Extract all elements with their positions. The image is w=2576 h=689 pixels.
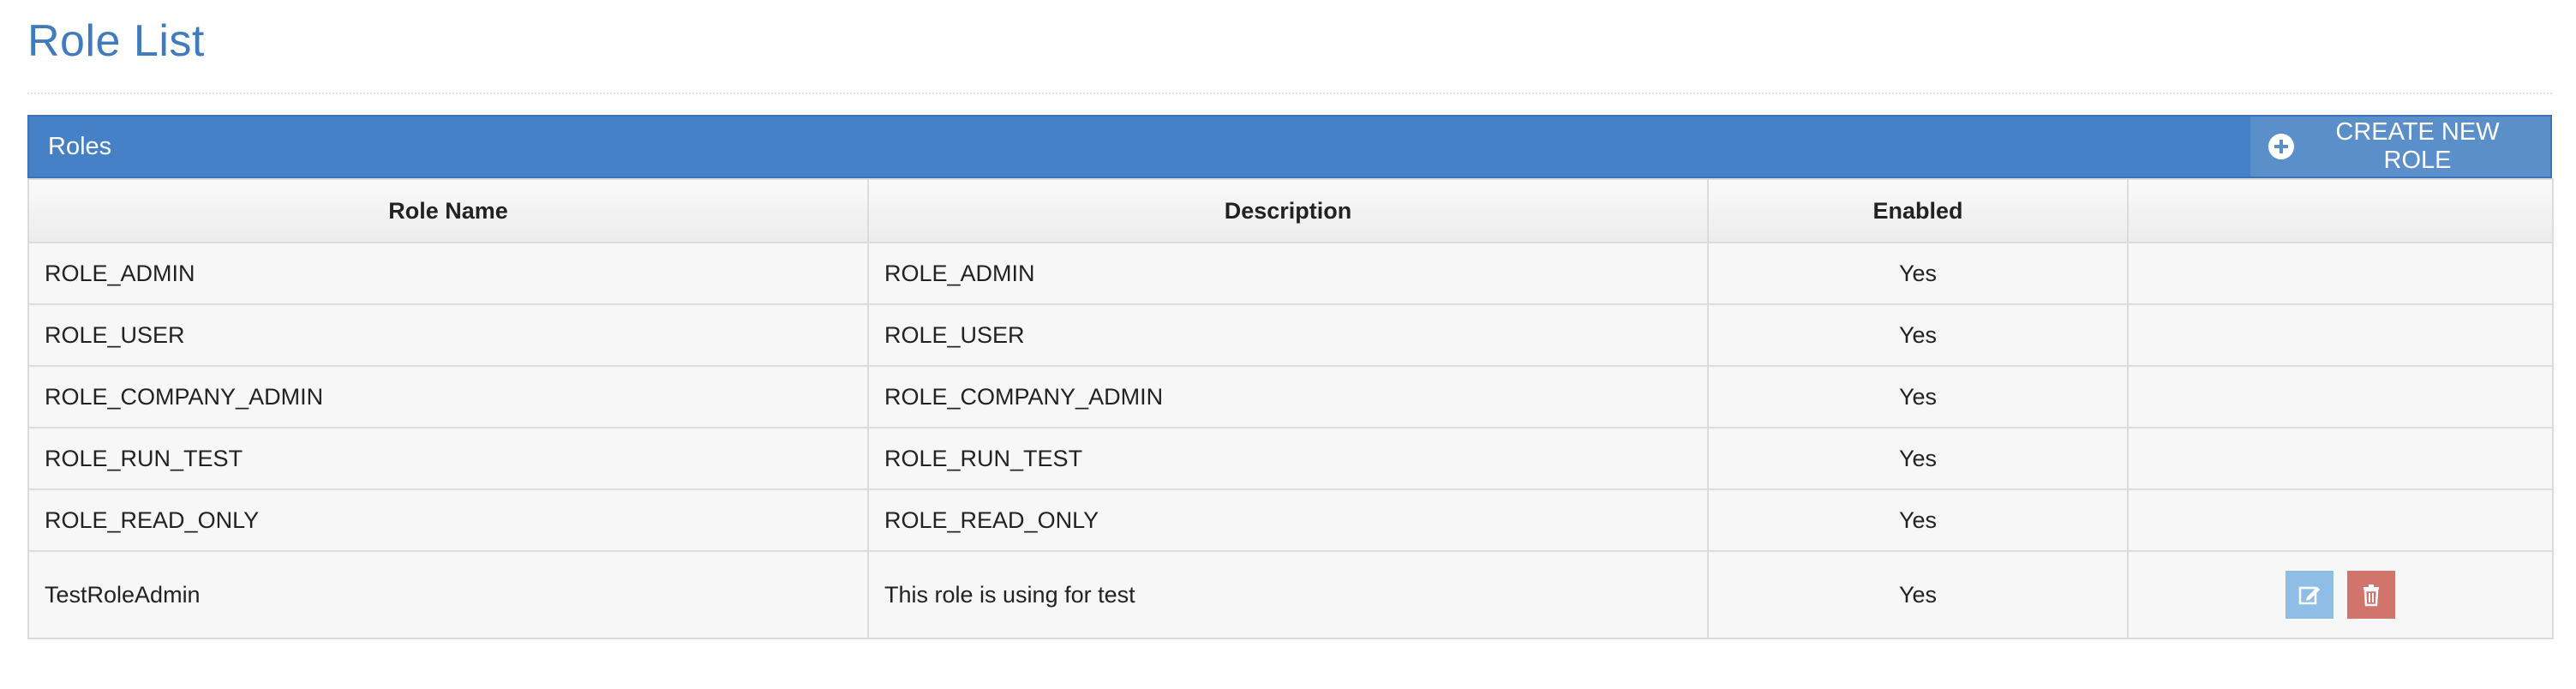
enabled-cell: Yes	[1707, 427, 2129, 490]
delete-role-button[interactable]	[2346, 571, 2395, 619]
table-row[interactable]: ROLE_RUN_TEST ROLE_RUN_TEST Yes	[27, 427, 2554, 490]
enabled-cell: Yes	[1707, 242, 2129, 305]
column-header-description[interactable]: Description	[867, 178, 1709, 243]
create-new-role-label: CREATE NEW ROLE	[2335, 118, 2500, 174]
actions-cell	[2127, 427, 2554, 490]
roles-panel: Roles CREATE NEW ROLE Role Name Descript…	[27, 115, 2554, 639]
column-header-enabled[interactable]: Enabled	[1707, 178, 2129, 243]
table-row[interactable]: ROLE_USER ROLE_USER Yes	[27, 303, 2554, 367]
description-cell: ROLE_COMPANY_ADMIN	[867, 365, 1709, 428]
role-name-cell: ROLE_ADMIN	[27, 242, 869, 305]
roles-table: Role Name Description Enabled ROLE_ADMIN…	[27, 178, 2554, 639]
role-name-cell: ROLE_READ_ONLY	[27, 488, 869, 552]
description-cell: ROLE_USER	[867, 303, 1709, 367]
trash-icon	[2363, 584, 2379, 607]
actions-cell	[2127, 488, 2554, 552]
description-cell: ROLE_RUN_TEST	[867, 427, 1709, 490]
actions-cell	[2127, 365, 2554, 428]
panel-title: Roles	[48, 133, 112, 160]
role-name-cell: ROLE_COMPANY_ADMIN	[27, 365, 869, 428]
actions-cell	[2127, 550, 2554, 639]
column-header-role-name[interactable]: Role Name	[27, 178, 869, 243]
table-row[interactable]: ROLE_COMPANY_ADMIN ROLE_COMPANY_ADMIN Ye…	[27, 365, 2554, 428]
enabled-cell: Yes	[1707, 488, 2129, 552]
description-cell: ROLE_ADMIN	[867, 242, 1709, 305]
table-row[interactable]: TestRoleAdmin This role is using for tes…	[27, 550, 2554, 639]
actions-cell	[2127, 242, 2554, 305]
table-row[interactable]: ROLE_ADMIN ROLE_ADMIN Yes	[27, 242, 2554, 305]
plus-circle-icon	[2267, 133, 2295, 160]
role-name-cell: ROLE_USER	[27, 303, 869, 367]
enabled-cell: Yes	[1707, 365, 2129, 428]
description-cell: This role is using for test	[867, 550, 1709, 639]
table-header-row: Role Name Description Enabled	[27, 178, 2554, 243]
table-row[interactable]: ROLE_READ_ONLY ROLE_READ_ONLY Yes	[27, 488, 2554, 552]
enabled-cell: Yes	[1707, 303, 2129, 367]
edit-role-button[interactable]	[2285, 571, 2334, 619]
create-new-role-button[interactable]: CREATE NEW ROLE	[2250, 117, 2550, 177]
description-cell: ROLE_READ_ONLY	[867, 488, 1709, 552]
page-title: Role List	[27, 16, 205, 66]
panel-heading: Roles CREATE NEW ROLE	[27, 115, 2552, 178]
column-header-actions	[2127, 178, 2554, 243]
role-name-cell: ROLE_RUN_TEST	[27, 427, 869, 490]
enabled-cell: Yes	[1707, 550, 2129, 639]
title-divider	[27, 93, 2552, 94]
edit-icon	[2298, 586, 2321, 605]
role-list-page: Role List Roles CREATE NEW ROLE Role Nam…	[0, 0, 2576, 689]
role-name-cell: TestRoleAdmin	[27, 550, 869, 639]
actions-cell	[2127, 303, 2554, 367]
